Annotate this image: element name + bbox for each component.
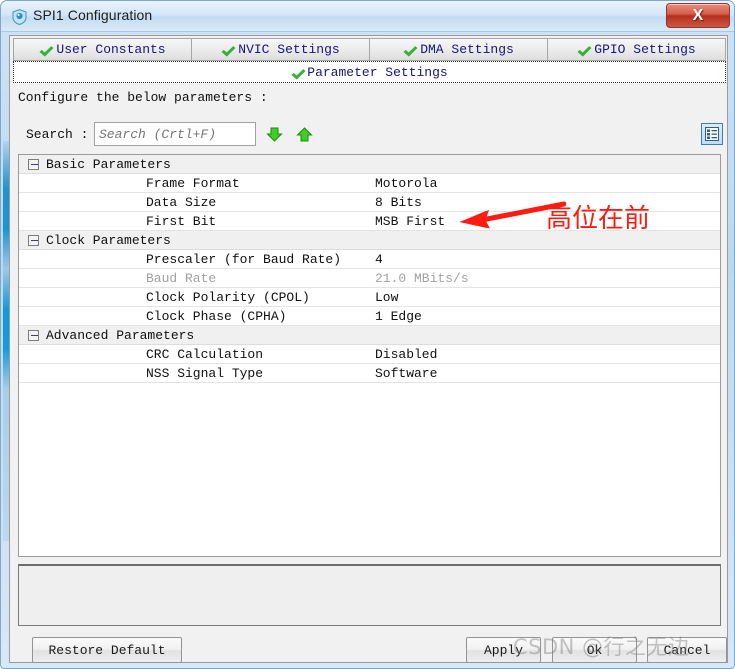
- search-row: Search :: [18, 122, 723, 150]
- window-title: SPI1 Configuration: [33, 7, 153, 23]
- search-input[interactable]: [94, 122, 256, 146]
- param-name: Clock Phase (CPHA): [146, 309, 287, 324]
- tab-label: NVIC Settings: [238, 42, 340, 57]
- group-label: Clock Parameters: [46, 232, 171, 248]
- param-name: Baud Rate: [146, 271, 217, 286]
- description-panel: [18, 564, 721, 626]
- param-value[interactable]: 8 Bits: [375, 195, 422, 210]
- restore-default-button[interactable]: Restore Default: [32, 637, 182, 663]
- group-header-advanced-parameters[interactable]: Advanced Parameters: [19, 326, 720, 345]
- param-value[interactable]: Motorola: [375, 176, 437, 191]
- param-name: Frame Format: [146, 176, 240, 191]
- green-check-icon: [39, 43, 52, 56]
- collapse-toggle-icon[interactable]: [28, 158, 39, 170]
- table-row[interactable]: First Bit MSB First: [19, 212, 720, 231]
- tab-strip: User Constants NVIC Settings DMA Setting…: [13, 38, 726, 61]
- param-name: Prescaler (for Baud Rate): [146, 252, 342, 267]
- table-row[interactable]: CRC Calculation Disabled: [19, 345, 720, 364]
- group-header-clock-parameters[interactable]: Clock Parameters: [19, 231, 720, 250]
- tab-label: GPIO Settings: [594, 42, 696, 57]
- tab-dma-settings[interactable]: DMA Settings: [370, 38, 548, 61]
- param-name: NSS Signal Type: [146, 366, 264, 381]
- cancel-button[interactable]: Cancel: [647, 637, 727, 663]
- group-header-basic-parameters[interactable]: Basic Parameters: [19, 155, 720, 174]
- arrow-down-icon[interactable]: [266, 126, 283, 143]
- param-name: Clock Polarity (CPOL): [146, 290, 310, 305]
- shield-icon: [12, 9, 27, 26]
- green-check-icon: [577, 43, 590, 56]
- green-check-icon: [403, 43, 416, 56]
- tab-label: Parameter Settings: [307, 64, 448, 80]
- collapse-toggle-icon[interactable]: [28, 234, 39, 246]
- spi-configuration-window: SPI1 Configuration X User Constants NVIC…: [0, 0, 735, 669]
- param-value: 21.0 MBits/s: [375, 271, 469, 286]
- param-value[interactable]: Low: [375, 290, 398, 305]
- table-row[interactable]: NSS Signal Type Software: [19, 364, 720, 383]
- green-check-icon: [291, 66, 304, 79]
- table-row[interactable]: Clock Phase (CPHA) 1 Edge: [19, 307, 720, 326]
- close-icon: X: [692, 6, 704, 24]
- table-row: Baud Rate 21.0 MBits/s: [19, 269, 720, 288]
- param-name: Data Size: [146, 195, 217, 210]
- param-name: CRC Calculation: [146, 347, 264, 362]
- apply-button[interactable]: Apply: [466, 637, 541, 663]
- search-label: Search :: [26, 127, 89, 142]
- tab-label: DMA Settings: [420, 42, 514, 57]
- collapse-toggle-icon[interactable]: [28, 329, 39, 341]
- tab-label: User Constants: [56, 42, 166, 57]
- table-row[interactable]: Prescaler (for Baud Rate) 4: [19, 250, 720, 269]
- title-bar: SPI1 Configuration X: [1, 1, 734, 32]
- tab-nvic-settings[interactable]: NVIC Settings: [192, 38, 370, 61]
- green-check-icon: [221, 43, 234, 56]
- parameter-table[interactable]: Basic Parameters Frame Format Motorola D…: [18, 154, 721, 557]
- param-value[interactable]: MSB First: [375, 214, 445, 229]
- table-row[interactable]: Clock Polarity (CPOL) Low: [19, 288, 720, 307]
- group-label: Advanced Parameters: [46, 327, 195, 343]
- instruction-text: Configure the below parameters :: [18, 90, 268, 105]
- table-row[interactable]: Frame Format Motorola: [19, 174, 720, 193]
- content-panel: User Constants NVIC Settings DMA Setting…: [9, 35, 728, 663]
- ok-button[interactable]: Ok: [552, 637, 637, 663]
- table-row[interactable]: Data Size 8 Bits: [19, 193, 720, 212]
- group-label: Basic Parameters: [46, 156, 171, 172]
- tab-user-constants[interactable]: User Constants: [13, 38, 192, 61]
- close-button[interactable]: X: [666, 3, 730, 28]
- tab-gpio-settings[interactable]: GPIO Settings: [548, 38, 726, 61]
- param-value[interactable]: 1 Edge: [375, 309, 422, 324]
- list-view-icon[interactable]: [701, 123, 723, 145]
- param-value[interactable]: 4: [375, 252, 383, 267]
- arrow-up-icon[interactable]: [296, 126, 313, 143]
- param-value[interactable]: Software: [375, 366, 437, 381]
- param-value[interactable]: Disabled: [375, 347, 437, 362]
- tab-parameter-settings[interactable]: Parameter Settings: [13, 61, 726, 83]
- param-name: First Bit: [146, 214, 217, 229]
